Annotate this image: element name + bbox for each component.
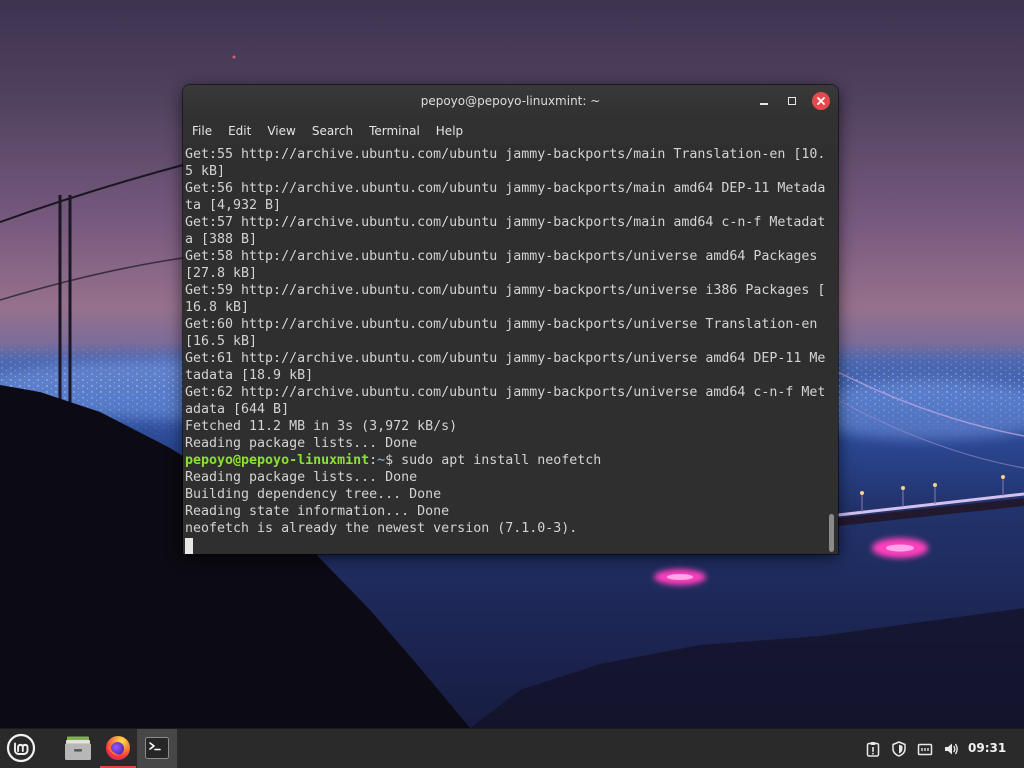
taskbar-launcher-terminal[interactable] <box>137 729 177 768</box>
linux-mint-menu-icon <box>6 733 36 763</box>
firefox-icon <box>106 736 130 760</box>
terminal-line: Reading package lists... Done <box>185 436 418 451</box>
terminal-line: Get:62 http://archive.ubuntu.com/ubuntu … <box>185 385 826 400</box>
terminal-window[interactable]: pepoyo@pepoyo-linuxmint: ~ File Edit Vie… <box>183 85 838 554</box>
terminal-line: Get:60 http://archive.ubuntu.com/ubuntu … <box>185 317 818 332</box>
volume-icon[interactable] <box>943 741 959 757</box>
terminal-line: Get:56 http://archive.ubuntu.com/ubuntu … <box>185 181 826 196</box>
file-manager-icon <box>65 736 91 760</box>
terminal-line: neofetch is already the newest version (… <box>185 521 578 536</box>
start-menu-button[interactable] <box>5 729 37 768</box>
terminal-line: adata [644 B] <box>185 402 290 417</box>
scrollbar-track[interactable] <box>829 147 834 552</box>
terminal-output: Get:55 http://archive.ubuntu.com/ubuntu … <box>185 146 825 554</box>
terminal-line: Get:55 http://archive.ubuntu.com/ubuntu … <box>185 147 826 162</box>
update-manager-icon[interactable] <box>891 741 907 757</box>
menu-view[interactable]: View <box>259 117 303 145</box>
terminal-screen[interactable]: Get:55 http://archive.ubuntu.com/ubuntu … <box>183 145 838 554</box>
terminal-line: Reading package lists... Done <box>185 470 418 485</box>
terminal-line: Fetched 11.2 MB in 3s (3,972 kB/s) <box>185 419 458 434</box>
terminal-line: Reading state information... Done <box>185 504 450 519</box>
menu-bar: File Edit View Search Terminal Help <box>183 117 838 145</box>
scrollbar-thumb[interactable] <box>829 514 834 552</box>
terminal-line: ta [4,932 B] <box>185 198 282 213</box>
taskbar: 09:31 <box>0 728 1024 768</box>
terminal-line: tadata [18.9 kB] <box>185 368 314 383</box>
prompt-command: $ sudo apt install neofetch <box>385 453 602 468</box>
close-icon <box>817 97 825 105</box>
window-title: pepoyo@pepoyo-linuxmint: ~ <box>420 94 601 108</box>
title-bar[interactable]: pepoyo@pepoyo-linuxmint: ~ <box>183 85 838 117</box>
terminal-line: Get:61 http://archive.ubuntu.com/ubuntu … <box>185 351 826 366</box>
terminal-line: [27.8 kB] <box>185 266 258 281</box>
maximize-button[interactable] <box>783 92 801 110</box>
system-reports-icon[interactable] <box>865 741 881 757</box>
minimize-button[interactable] <box>755 92 773 110</box>
menu-file[interactable]: File <box>184 117 220 145</box>
terminal-line: Get:59 http://archive.ubuntu.com/ubuntu … <box>185 283 826 298</box>
distant-light <box>232 55 236 59</box>
prompt-separator: : <box>369 453 378 468</box>
terminal-line: Get:58 http://archive.ubuntu.com/ubuntu … <box>185 249 818 264</box>
terminal-line: Get:57 http://archive.ubuntu.com/ubuntu … <box>185 215 826 230</box>
terminal-cursor-line <box>185 537 825 554</box>
menu-search[interactable]: Search <box>304 117 361 145</box>
network-icon[interactable] <box>917 741 933 757</box>
terminal-line: [16.5 kB] <box>185 334 258 349</box>
minimize-icon <box>760 103 768 105</box>
terminal-prompt-line: pepoyo@pepoyo-linuxmint:~$ sudo apt inst… <box>185 452 825 469</box>
menu-terminal[interactable]: Terminal <box>361 117 428 145</box>
terminal-line: Building dependency tree... Done <box>185 487 442 502</box>
prompt-user-host: pepoyo@pepoyo-linuxmint <box>185 453 370 468</box>
terminal-line: 16.8 kB] <box>185 300 250 315</box>
close-button[interactable] <box>812 92 830 110</box>
menu-help[interactable]: Help <box>428 117 471 145</box>
maximize-icon <box>788 97 796 105</box>
terminal-cursor <box>185 537 193 554</box>
terminal-line: a [388 B] <box>185 232 258 247</box>
terminal-line: 5 kB] <box>185 164 226 179</box>
menu-edit[interactable]: Edit <box>220 117 259 145</box>
clock[interactable]: 09:31 <box>968 729 1006 768</box>
prompt-path: ~ <box>377 453 386 468</box>
terminal-icon <box>145 737 169 759</box>
taskbar-launcher-firefox[interactable] <box>98 729 138 768</box>
taskbar-launcher-files[interactable] <box>58 729 98 768</box>
